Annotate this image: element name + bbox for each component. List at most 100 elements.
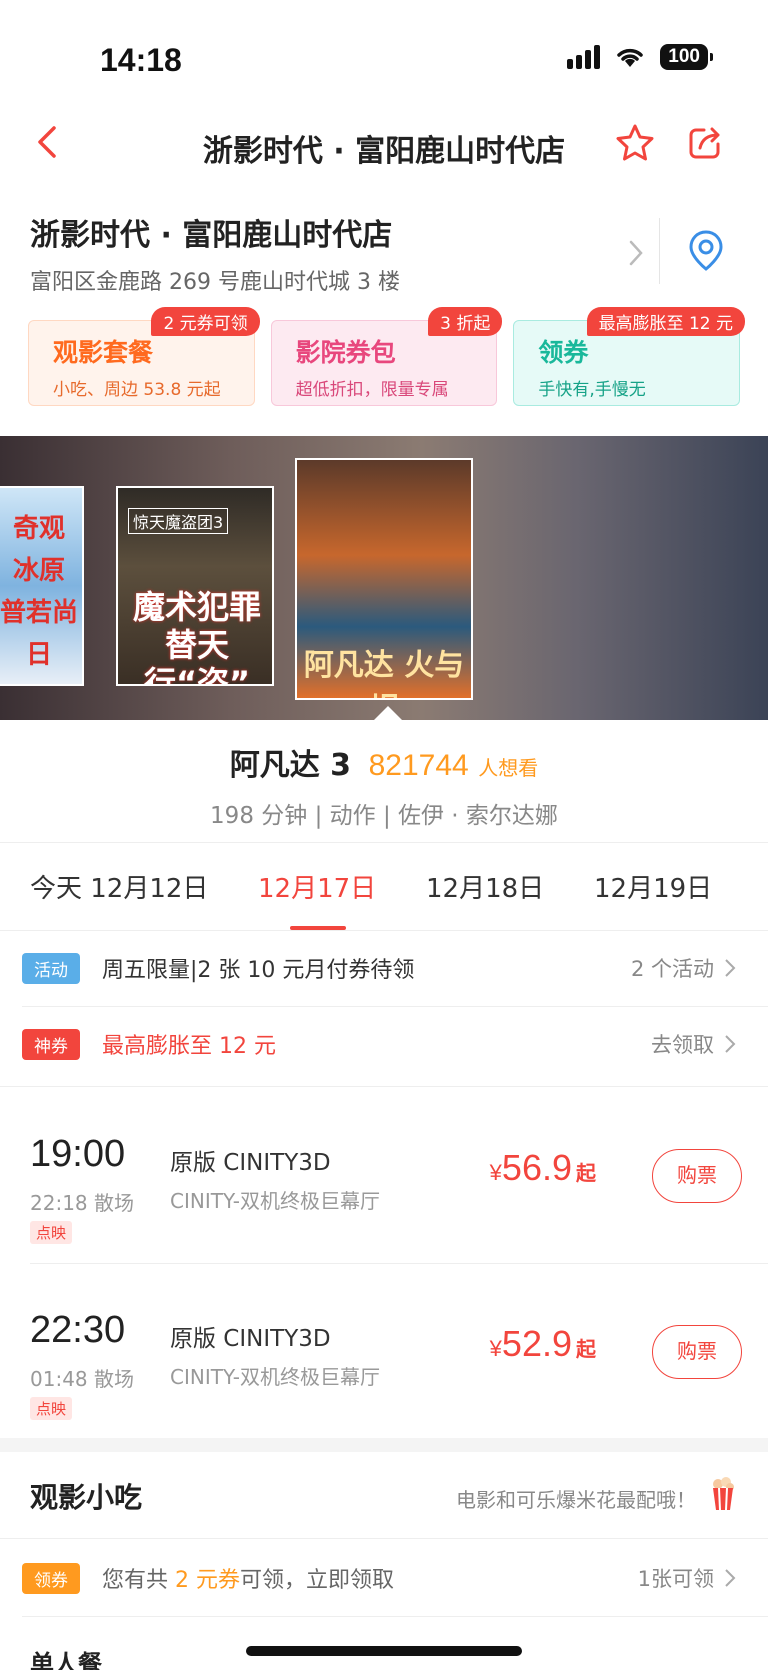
show-version: 原版 CINITY3D — [170, 1326, 331, 1352]
price-value: 52.9 — [501, 1323, 572, 1364]
chevron-right-icon — [725, 959, 736, 977]
chevron-right-icon — [725, 1569, 736, 1587]
show-start-time: 19:00 — [30, 1133, 126, 1175]
status-time: 14:18 — [100, 42, 182, 78]
promo-title: 观影套餐 — [53, 338, 154, 367]
promo-coupon-pack[interactable]: 影院券包 超低折扣，限量专属 3 折起 — [270, 307, 503, 406]
buy-ticket-button[interactable]: 购票 — [652, 1149, 742, 1203]
popcorn-icon — [713, 1477, 734, 1511]
show-end-time: 22:18 散场 — [30, 1191, 134, 1215]
super-coupon-row[interactable]: 神券 最高膨胀至 12 元 去领取 — [22, 1006, 746, 1082]
want-label: 人想看 — [478, 756, 539, 780]
promo-title: 领券 — [538, 338, 589, 367]
promo-tag: 3 折起 — [428, 307, 503, 336]
poster-carousel[interactable]: 奇观 冰原 普若尚日 惊天魔盗团3 魔术犯罪 替天行“盗” 阿凡达 火与烬 — [0, 436, 768, 720]
showtime-row[interactable]: 19:00 22:18 散场 点映 原版 CINITY3D CINITY-双机终… — [0, 1087, 768, 1264]
showtime-row[interactable]: 22:30 01:48 散场 点映 原版 CINITY3D CINITY-双机终… — [0, 1263, 768, 1439]
currency-symbol: ¥ — [489, 1160, 502, 1185]
snack-coupon-text: 您有共 2 元券可领，立即领取 — [102, 1562, 394, 1594]
selection-notch — [374, 706, 402, 720]
preview-tag: 点映 — [30, 1221, 73, 1244]
status-icons: 100 — [567, 44, 713, 70]
price-suffix: 起 — [576, 1163, 596, 1185]
poster-tag: 惊天魔盗团3 — [128, 508, 229, 534]
movie-poster[interactable]: 惊天魔盗团3 魔术犯罪 替天行“盗” — [116, 486, 274, 686]
tab-date[interactable]: 12月19日 — [594, 868, 712, 905]
super-coupon-badge: 神券 — [22, 1028, 80, 1060]
promo-subtitle: 小吃、周边 53.8 元起 — [53, 380, 221, 400]
want-count: 821744 — [368, 749, 469, 782]
snack-section-title: 观影小吃 — [30, 1481, 143, 1514]
price-value: 56.9 — [501, 1147, 572, 1188]
snack-slogan: 电影和可乐爆米花最配哦！ — [456, 1488, 696, 1512]
tab-date-today[interactable]: 今天 12月12日 — [30, 868, 208, 905]
activity-count-label: 2 个活动 — [630, 957, 714, 981]
snack-coupon-row[interactable]: 领券 您有共 2 元券可领，立即领取 1张可领 — [22, 1540, 746, 1616]
divider — [22, 1616, 768, 1617]
movie-info: 阿凡达 3 821744 人想看 198 分钟 | 动作 | 佐伊 · 索尔达娜 — [0, 740, 768, 830]
chevron-right-icon — [725, 1035, 736, 1053]
activity-count: 2 个活动 — [631, 953, 736, 983]
promo-subtitle: 手快有,手慢无 — [538, 380, 646, 400]
show-start-time: 22:30 — [30, 1309, 126, 1351]
wifi-icon — [617, 48, 644, 67]
promo-subtitle: 超低折扣，限量专属 — [295, 380, 449, 400]
section-gap — [0, 1438, 768, 1452]
status-bar: 14:18 100 — [0, 0, 768, 110]
promo-get-coupon[interactable]: 领券 手快有,手慢无 最高膨胀至 12 元 — [513, 307, 746, 406]
activity-text: 周五限量|2 张 10 元月付券待领 — [102, 958, 415, 983]
chevron-right-icon — [629, 240, 643, 266]
show-end-time: 01:48 散场 — [30, 1367, 134, 1391]
promo-row: 观影套餐 小吃、周边 53.8 元起 2 元券可领 影院券包 超低折扣，限量专属… — [28, 307, 746, 406]
show-price: ¥52.9 起 — [490, 1323, 596, 1365]
super-coupon-text: 最高膨胀至 12 元 — [102, 1034, 276, 1059]
show-version: 原版 CINITY3D — [170, 1150, 331, 1176]
tab-date-selected[interactable]: 12月17日 — [258, 868, 376, 905]
movie-meta: 198 分钟 | 动作 | 佐伊 · 索尔达娜 — [210, 803, 558, 829]
showtime-list: 19:00 22:18 散场 点映 原版 CINITY3D CINITY-双机终… — [0, 1086, 768, 1438]
promo-title: 影院券包 — [295, 338, 396, 367]
promo-tag: 2 元券可领 — [151, 307, 260, 336]
snack-coupon-text-before: 您有共 — [102, 1568, 175, 1593]
movie-poster[interactable]: 奇观 冰原 普若尚日 — [0, 486, 84, 686]
show-hall: CINITY-双机终极巨幕厅 — [170, 1189, 380, 1213]
activity-badge: 活动 — [22, 952, 80, 984]
snack-coupon-highlight: 2 元券 — [175, 1568, 240, 1593]
super-coupon-action[interactable]: 去领取 — [651, 1029, 736, 1059]
snack-header: 观影小吃 电影和可乐爆米花最配哦！ — [0, 1452, 768, 1538]
date-tabs: 今天 12月12日 12月17日 12月18日 12月19日 — [0, 862, 768, 930]
poster-title: 奇观 冰原 普若尚日 — [0, 514, 78, 670]
divider — [0, 842, 768, 843]
nav-bar: 浙影时代 · 富阳鹿山时代店 — [0, 110, 768, 180]
currency-symbol: ¥ — [489, 1336, 502, 1361]
activity-row[interactable]: 活动 周五限量|2 张 10 元月付券待领 2 个活动 — [22, 930, 746, 1006]
snack-coupon-text-after: 可领，立即领取 — [240, 1568, 395, 1593]
poster-title: 魔术犯罪 替天行“盗” — [132, 588, 261, 686]
movie-poster-selected[interactable]: 阿凡达 火与烬 — [295, 458, 473, 700]
signal-icon — [567, 45, 601, 69]
show-price: ¥56.9 起 — [490, 1147, 596, 1189]
snack-coupon-badge: 领券 — [22, 1562, 80, 1594]
show-hall: CINITY-双机终极巨幕厅 — [170, 1365, 380, 1389]
home-indicator[interactable] — [246, 1646, 522, 1656]
super-coupon-action-label: 去领取 — [651, 1033, 714, 1057]
buy-ticket-button[interactable]: 购票 — [652, 1325, 742, 1379]
cinema-address: 富阳区金鹿路 269 号鹿山时代城 3 楼 — [30, 270, 400, 295]
divider — [0, 1538, 768, 1539]
cinema-info[interactable]: 浙影时代 · 富阳鹿山时代店 富阳区金鹿路 269 号鹿山时代城 3 楼 — [30, 210, 738, 300]
battery-icon: 100 — [660, 44, 713, 70]
movie-title: 阿凡达 3 — [229, 748, 352, 783]
favorite-star-icon[interactable] — [614, 122, 656, 164]
promo-snack-package[interactable]: 观影套餐 小吃、周边 53.8 元起 2 元券可领 — [28, 307, 260, 406]
promo-tag: 最高膨胀至 12 元 — [586, 307, 746, 336]
snack-coupon-count[interactable]: 1张可领 — [638, 1563, 736, 1593]
location-pin-icon[interactable] — [686, 228, 726, 272]
share-icon[interactable] — [686, 124, 724, 162]
single-meal-label: 单人餐 — [30, 1650, 102, 1670]
preview-tag: 点映 — [30, 1397, 73, 1420]
snack-coupon-count-label: 1张可领 — [637, 1567, 714, 1591]
poster-title: 阿凡达 火与烬 — [303, 648, 465, 698]
divider — [659, 218, 660, 284]
price-suffix: 起 — [576, 1339, 596, 1361]
tab-date[interactable]: 12月18日 — [426, 868, 544, 905]
